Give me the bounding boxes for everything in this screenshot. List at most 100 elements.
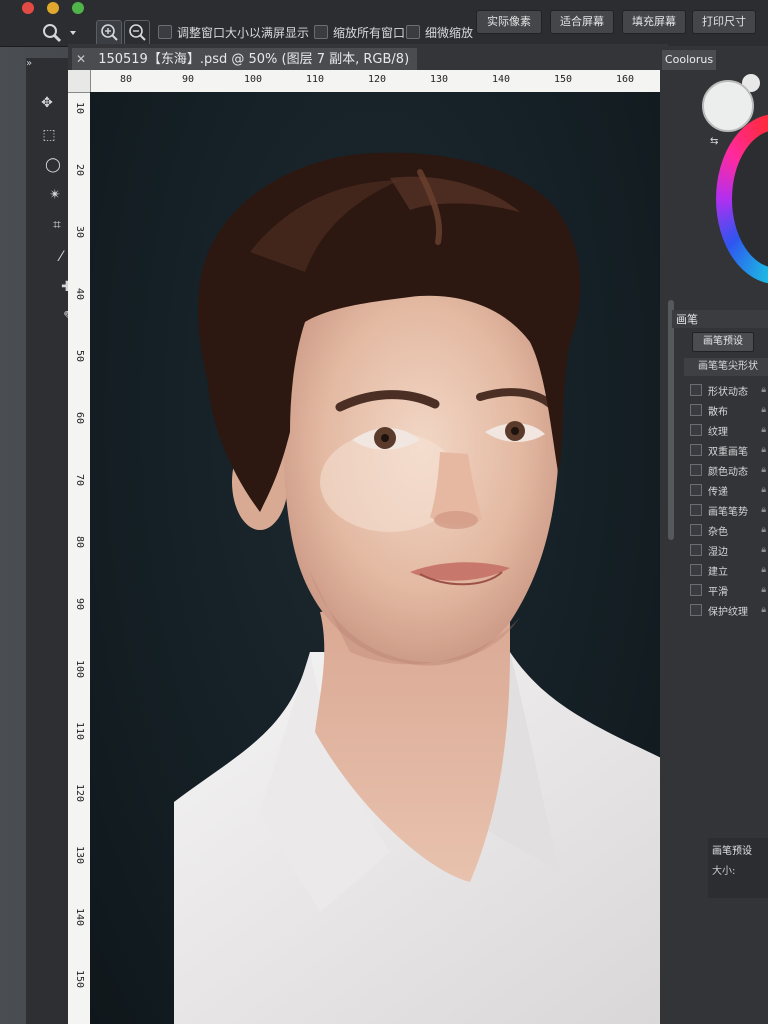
fill-screen-button[interactable]: 填充屏幕 <box>622 10 686 34</box>
brush-option-row[interactable]: 颜色动态 🔒︎ <box>690 460 768 480</box>
brush-option-label: 湿边 <box>708 546 728 558</box>
lock-icon[interactable]: 🔒︎ <box>761 445 766 455</box>
collapse-arrows-icon[interactable]: » <box>26 58 72 70</box>
brush-option-checkbox[interactable] <box>690 384 702 396</box>
brush-option-label: 纹理 <box>708 426 728 438</box>
minimize-window-button[interactable] <box>47 2 59 14</box>
coolorus-tab[interactable]: Coolorus <box>662 50 716 70</box>
ruler-tick-label: 110 <box>74 722 85 741</box>
lock-icon[interactable]: 🔒︎ <box>761 605 766 615</box>
brush-option-row[interactable]: 传递 🔒︎ <box>690 480 768 500</box>
ruler-tick-label: 80 <box>120 74 133 85</box>
lock-icon[interactable]: 🔒︎ <box>761 525 766 535</box>
close-tab-icon[interactable]: ✕ <box>76 52 86 66</box>
ruler-tick-label: 50 <box>74 350 85 363</box>
ruler-tick-label: 120 <box>368 74 387 85</box>
ruler-tick-label: 140 <box>492 74 511 85</box>
actual-pixels-button[interactable]: 实际像素 <box>476 10 542 34</box>
resize-windows-label: 调整窗口大小以满屏显示 <box>177 25 310 40</box>
lock-icon[interactable]: 🔒︎ <box>761 505 766 515</box>
brush-option-row[interactable]: 双重画笔 🔒︎ <box>690 440 768 460</box>
brush-tab[interactable]: 画笔 <box>676 311 698 327</box>
lock-icon[interactable]: 🔒︎ <box>761 465 766 475</box>
brush-size-label: 大小: <box>712 866 736 877</box>
ruler-tick-label: 60 <box>74 412 85 425</box>
brush-option-label: 杂色 <box>708 526 728 538</box>
zoom-all-windows-checkbox[interactable]: 缩放所有窗口 <box>314 22 405 42</box>
brush-option-checkbox[interactable] <box>690 504 702 516</box>
brush-option-checkbox[interactable] <box>690 484 702 496</box>
close-window-button[interactable] <box>22 2 34 14</box>
ruler-tick-label: 130 <box>430 74 449 85</box>
zoom-window-button[interactable] <box>72 2 84 14</box>
lasso-tool-icon[interactable]: ◯ <box>38 152 68 178</box>
panel-scrollbar[interactable] <box>668 300 674 540</box>
magic-wand-tool-icon[interactable]: ✴ <box>40 182 70 208</box>
brush-option-label: 颜色动态 <box>708 466 748 478</box>
brush-option-row[interactable]: 形状动态 🔒︎ <box>690 380 768 400</box>
zoom-in-icon[interactable] <box>96 20 122 46</box>
ruler-origin[interactable] <box>68 70 91 93</box>
lock-icon[interactable]: 🔒︎ <box>761 405 766 415</box>
marquee-tool-icon[interactable]: ⬚ <box>34 122 64 148</box>
checkbox-box[interactable] <box>314 25 328 39</box>
brush-option-label: 保护纹理 <box>708 606 748 618</box>
lock-icon[interactable]: 🔒︎ <box>761 425 766 435</box>
move-tool-icon[interactable]: ✥ <box>32 90 62 116</box>
lock-icon[interactable]: 🔒︎ <box>761 565 766 575</box>
zoom-all-windows-label: 缩放所有窗口 <box>333 25 406 40</box>
brush-option-row[interactable]: 画笔笔势 🔒︎ <box>690 500 768 520</box>
brush-option-row[interactable]: 杂色 🔒︎ <box>690 520 768 540</box>
brush-option-label: 建立 <box>708 566 728 578</box>
checkbox-box[interactable] <box>406 25 420 39</box>
brush-option-row[interactable]: 建立 🔒︎ <box>690 560 768 580</box>
document-tab-title: 150519【东海】.psd @ 50% (图层 7 副本, RGB/8) <box>98 52 410 67</box>
brush-presets-panel-title: 画笔预设 <box>712 846 752 857</box>
brush-option-checkbox[interactable] <box>690 604 702 616</box>
vertical-ruler: 10 20 30 40 50 60 70 80 90 100 110 120 130 140 150 <box>68 92 91 1024</box>
options-bar: 调整窗口大小以满屏显示 缩放所有窗口 细微缩放 实际像素 适合屏幕 填充屏幕 打… <box>0 0 768 47</box>
brush-option-checkbox[interactable] <box>690 524 702 536</box>
scrubby-zoom-checkbox[interactable]: 细微缩放 <box>406 22 473 42</box>
zoom-out-icon[interactable] <box>124 20 150 46</box>
ruler-tick-label: 160 <box>616 74 635 85</box>
brush-option-checkbox[interactable] <box>690 404 702 416</box>
brush-option-row[interactable]: 平滑 🔒︎ <box>690 580 768 600</box>
brush-presets-button[interactable]: 画笔预设 <box>692 332 754 352</box>
brush-option-row[interactable]: 散布 🔒︎ <box>690 400 768 420</box>
brush-option-checkbox[interactable] <box>690 544 702 556</box>
print-size-button[interactable]: 打印尺寸 <box>692 10 756 34</box>
horizontal-ruler: 80 90 100 110 120 130 140 150 160 <box>90 70 660 93</box>
brush-option-checkbox[interactable] <box>690 424 702 436</box>
lock-icon[interactable]: 🔒︎ <box>761 585 766 595</box>
lock-icon[interactable]: 🔒︎ <box>761 545 766 555</box>
ruler-tick-label: 150 <box>554 74 573 85</box>
swap-colors-icon[interactable]: ⇆ <box>710 136 720 147</box>
photoshop-screen: 调整窗口大小以满屏显示 缩放所有窗口 细微缩放 实际像素 适合屏幕 填充屏幕 打… <box>0 0 768 1024</box>
ruler-tick-label: 100 <box>74 660 85 679</box>
fit-screen-button[interactable]: 适合屏幕 <box>550 10 614 34</box>
brush-option-checkbox[interactable] <box>690 444 702 456</box>
ruler-tick-label: 140 <box>74 908 85 927</box>
zoom-tool-preset-icon[interactable] <box>40 22 84 44</box>
brush-option-checkbox[interactable] <box>690 584 702 596</box>
brush-option-checkbox[interactable] <box>690 564 702 576</box>
brush-option-label: 形状动态 <box>708 386 748 398</box>
brush-option-label: 散布 <box>708 406 728 418</box>
ruler-tick-label: 30 <box>74 226 85 239</box>
ruler-tick-label: 10 <box>74 102 85 115</box>
brush-option-checkbox[interactable] <box>690 464 702 476</box>
document-tab[interactable]: ✕ 150519【东海】.psd @ 50% (图层 7 副本, RGB/8) <box>72 48 418 70</box>
lock-icon[interactable]: 🔒︎ <box>761 385 766 395</box>
document-canvas[interactable] <box>90 92 660 1024</box>
brush-option-row[interactable]: 湿边 🔒︎ <box>690 540 768 560</box>
lock-icon[interactable]: 🔒︎ <box>761 485 766 495</box>
brush-option-row[interactable]: 保护纹理 🔒︎ <box>690 600 768 620</box>
brush-tip-shape-item[interactable]: 画笔笔尖形状 <box>684 358 768 376</box>
checkbox-box[interactable] <box>158 25 172 39</box>
ruler-tick-label: 70 <box>74 474 85 487</box>
brush-option-label: 平滑 <box>708 586 728 598</box>
resize-windows-checkbox[interactable]: 调整窗口大小以满屏显示 <box>158 22 309 42</box>
ruler-tick-label: 100 <box>244 74 263 85</box>
brush-option-row[interactable]: 纹理 🔒︎ <box>690 420 768 440</box>
